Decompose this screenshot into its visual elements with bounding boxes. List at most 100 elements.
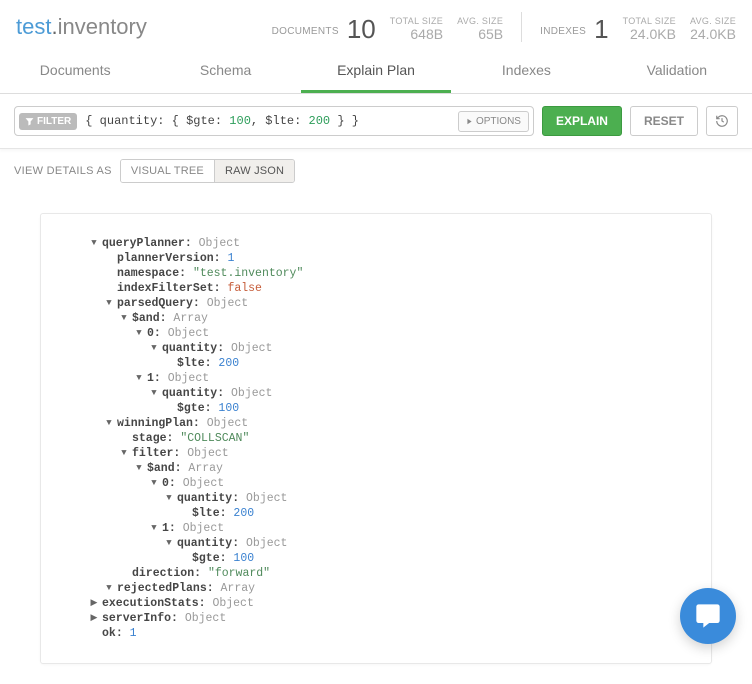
tree-arrow-icon[interactable] [149, 476, 159, 491]
tree-arrow-icon[interactable] [119, 446, 129, 461]
tree-value: Object [183, 521, 224, 536]
docs-avg-size-label: AVG. SIZE [457, 16, 503, 26]
tree-arrow-icon[interactable] [149, 341, 159, 356]
tree-key: quantity [177, 536, 232, 551]
tree-row[interactable]: quantity: Object [59, 491, 693, 506]
tree-value: Object [185, 611, 226, 626]
options-label: OPTIONS [476, 116, 521, 127]
tree-row[interactable]: 1: Object [59, 371, 693, 386]
documents-label: DOCUMENTS [272, 26, 339, 37]
tree-arrow-icon[interactable] [149, 386, 159, 401]
tree-key: 1 [147, 371, 154, 386]
tree-row[interactable]: serverInfo: Object [59, 611, 693, 626]
header: test.inventory DOCUMENTS 10 TOTAL SIZE 6… [0, 0, 752, 50]
tree-arrow-icon[interactable] [119, 311, 129, 326]
chat-button[interactable] [680, 588, 736, 644]
raw-json-toggle[interactable]: RAW JSON [214, 160, 294, 182]
namespace-title: test.inventory [16, 14, 147, 40]
tree-row[interactable]: 0: Object [59, 476, 693, 491]
tree-row[interactable]: filter: Object [59, 446, 693, 461]
idx-total-size-label: TOTAL SIZE [623, 16, 676, 26]
tree-key: quantity [162, 386, 217, 401]
tree-row: plannerVersion: 1 [59, 251, 693, 266]
tree-key: filter [132, 446, 173, 461]
filter-input[interactable]: FILTER { quantity: { $gte: 100, $lte: 20… [14, 106, 534, 136]
tree-row[interactable]: $and: Array [59, 311, 693, 326]
tree-key: 1 [162, 521, 169, 536]
tree-key: $gte [192, 551, 220, 566]
filter-badge-label: FILTER [37, 116, 71, 127]
chat-icon [694, 602, 722, 630]
tree-arrow-icon[interactable] [164, 491, 174, 506]
tree-value: "forward" [208, 566, 270, 581]
tree-value: 1 [227, 251, 234, 266]
filter-icon [25, 117, 34, 126]
tab-documents[interactable]: Documents [0, 50, 150, 93]
tree-row: $lte: 200 [59, 506, 693, 521]
tree-key: $gte [177, 401, 205, 416]
tree-value: Array [173, 311, 208, 326]
tree-arrow-icon[interactable] [104, 296, 114, 311]
tree-row[interactable]: quantity: Object [59, 536, 693, 551]
options-button[interactable]: OPTIONS [458, 111, 529, 132]
tree-row[interactable]: $and: Array [59, 461, 693, 476]
tabs: Documents Schema Explain Plan Indexes Va… [0, 50, 752, 94]
tree-value: 200 [233, 506, 254, 521]
idx-avg-size: 24.0KB [690, 26, 736, 42]
tree-value: 1 [130, 626, 137, 641]
tree-key: quantity [177, 491, 232, 506]
tree-value: 100 [233, 551, 254, 566]
docs-avg-size: 65B [457, 26, 503, 42]
tab-indexes[interactable]: Indexes [451, 50, 601, 93]
view-toggle: VISUAL TREE RAW JSON [120, 159, 295, 183]
tree-key: rejectedPlans [117, 581, 207, 596]
idx-total-size: 24.0KB [623, 26, 676, 42]
tree-arrow-icon[interactable] [89, 611, 99, 626]
tree-value: 200 [218, 356, 239, 371]
tab-explain-plan[interactable]: Explain Plan [301, 50, 451, 93]
tree-key: queryPlanner [102, 236, 185, 251]
tree-arrow-icon[interactable] [164, 536, 174, 551]
tree-key: winningPlan [117, 416, 193, 431]
tree-arrow-icon[interactable] [104, 581, 114, 596]
tree-row: ok: 1 [59, 626, 693, 641]
db-name: test [16, 14, 51, 39]
tab-schema[interactable]: Schema [150, 50, 300, 93]
tree-row[interactable]: 1: Object [59, 521, 693, 536]
explain-button[interactable]: EXPLAIN [542, 106, 622, 136]
tree-value: Object [199, 236, 240, 251]
docs-total-size: 648B [390, 26, 443, 42]
tree-value: Array [221, 581, 256, 596]
tree-row[interactable]: queryPlanner: Object [59, 236, 693, 251]
tree-value: Object [207, 296, 248, 311]
tree-key: $lte [192, 506, 220, 521]
tree-row[interactable]: quantity: Object [59, 341, 693, 356]
documents-count: 10 [347, 16, 376, 42]
tree-row[interactable]: parsedQuery: Object [59, 296, 693, 311]
tree-key: indexFilterSet [117, 281, 214, 296]
tree-row[interactable]: 0: Object [59, 326, 693, 341]
tree-arrow-icon[interactable] [134, 461, 144, 476]
tree-row: namespace: "test.inventory" [59, 266, 693, 281]
tree-arrow-icon[interactable] [89, 596, 99, 611]
tree-arrow-icon[interactable] [134, 371, 144, 386]
tree-arrow-icon[interactable] [149, 521, 159, 536]
tree-key: $lte [177, 356, 205, 371]
tree-value: Object [212, 596, 253, 611]
reset-button[interactable]: RESET [630, 106, 698, 136]
filter-bar: FILTER { quantity: { $gte: 100, $lte: 20… [0, 94, 752, 149]
tree-row[interactable]: rejectedPlans: Array [59, 581, 693, 596]
tree-key: plannerVersion [117, 251, 214, 266]
tree-arrow-icon[interactable] [134, 326, 144, 341]
history-button[interactable] [706, 106, 738, 136]
visual-tree-toggle[interactable]: VISUAL TREE [121, 160, 214, 182]
tree-row[interactable]: winningPlan: Object [59, 416, 693, 431]
tree-row[interactable]: executionStats: Object [59, 596, 693, 611]
tree-arrow-icon[interactable] [104, 416, 114, 431]
tree-key: serverInfo [102, 611, 171, 626]
collection-name: inventory [58, 14, 147, 39]
tree-value: "COLLSCAN" [180, 431, 249, 446]
tab-validation[interactable]: Validation [602, 50, 752, 93]
tree-row[interactable]: quantity: Object [59, 386, 693, 401]
tree-arrow-icon[interactable] [89, 236, 99, 251]
